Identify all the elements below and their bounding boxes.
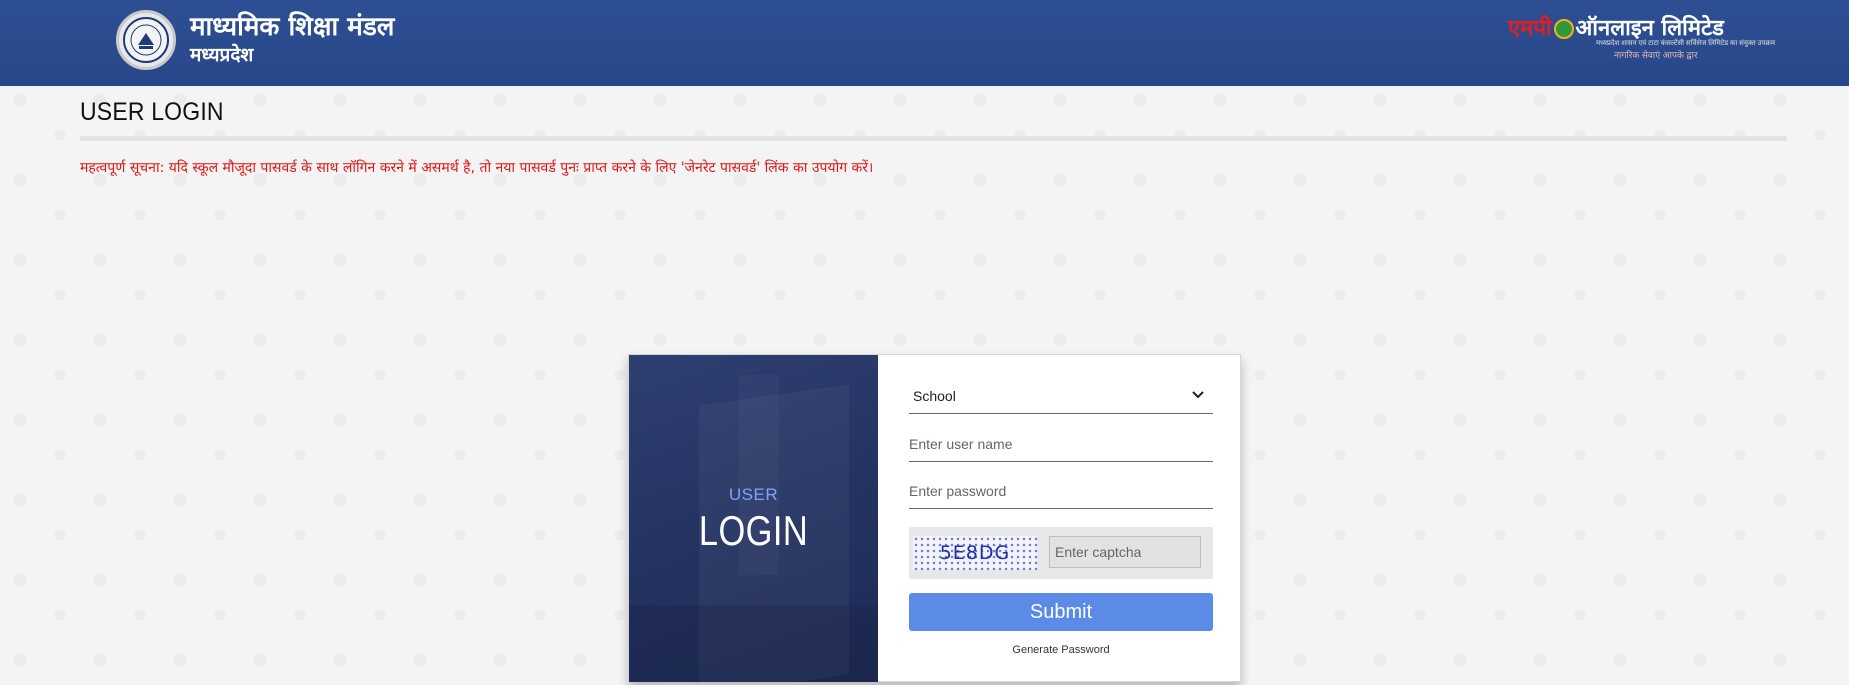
partner-tagline: मध्यप्रदेश शासन एवं टाटा कंसल्टेंसी सर्व… [1596,40,1775,47]
page-title: USER LOGIN [80,98,224,126]
username-input[interactable] [909,426,1213,462]
user-type-selected: School [913,387,956,404]
partner-name-red: एमपी [1508,15,1552,41]
brand-title: माध्यमिक शिक्षा मंडल [190,12,395,42]
mponline-logo[interactable]: एमपी ऑनलाइन लिमिटेड मध्यप्रदेश शासन एवं ट… [1508,12,1775,60]
partner-name: एमपी ऑनलाइन लिमिटेड [1508,12,1724,42]
heading-divider [80,136,1787,141]
panel-login-label: LOGIN [698,507,809,554]
login-panel-image: USER LOGIN [629,355,878,682]
password-input[interactable] [909,473,1213,509]
login-card: USER LOGIN School 5E8DG Submit Generate … [628,354,1241,682]
mpbse-seal-icon[interactable] [116,10,176,70]
panel-user-label: USER [728,485,779,504]
important-notice: महत्वपूर्ण सूचना: यदि स्कूल मौजूदा पासवर… [80,160,874,176]
generate-password-link[interactable]: Generate Password [909,644,1213,656]
captcha-text: 5E8DG [939,542,1011,564]
seal-emblem-icon [123,17,169,63]
submit-button[interactable]: Submit [909,593,1213,631]
chevron-down-icon [1192,391,1204,399]
captcha-image: 5E8DG [913,536,1037,570]
captcha-container: 5E8DG [909,527,1213,579]
site-header: माध्यमिक शिक्षा मंडल मध्यप्रदेश एमपी ऑनला… [0,0,1849,86]
captcha-input[interactable] [1049,536,1201,568]
partner-slogan: नागरिक सेवाएं आपके द्वार [1614,50,1698,60]
partner-name-white: ऑनलाइन लिमिटेड [1575,15,1724,41]
mponline-emblem-icon [1553,19,1574,39]
brand-subtitle: मध्यप्रदेश [190,44,254,66]
user-type-select[interactable]: School [909,378,1213,414]
